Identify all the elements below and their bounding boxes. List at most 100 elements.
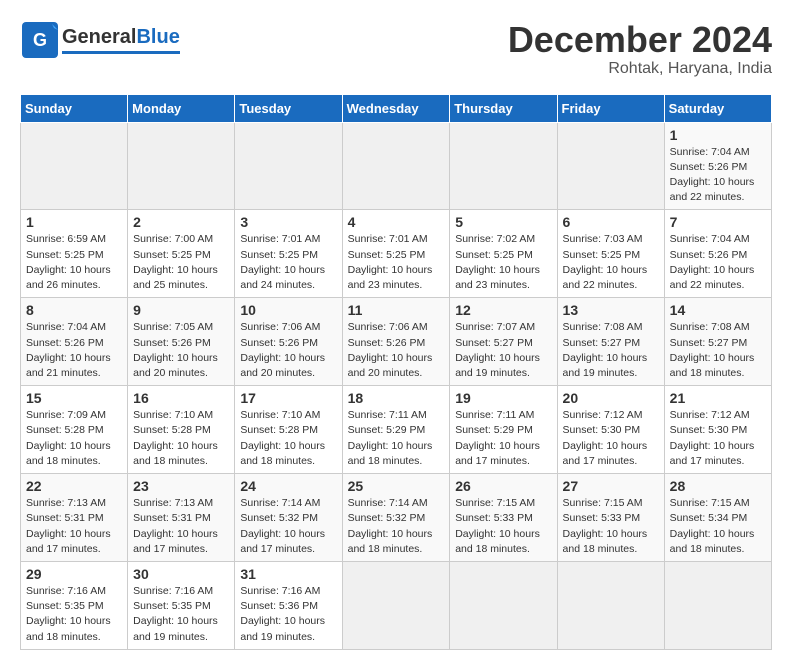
calendar-title: December 2024 [508, 20, 772, 60]
calendar-cell: 29 Sunrise: 7:16 AMSunset: 5:35 PMDayligh… [21, 561, 128, 649]
day-info: Sunrise: 7:03 AMSunset: 5:25 PMDaylight:… [563, 232, 659, 293]
day-info: Sunrise: 7:12 AMSunset: 5:30 PMDaylight:… [670, 408, 766, 469]
day-number: 2 [133, 214, 229, 230]
day-number: 29 [26, 566, 122, 582]
day-number: 15 [26, 390, 122, 406]
calendar-cell: 13Sunrise: 7:08 AMSunset: 5:27 PMDayligh… [557, 298, 664, 386]
day-number: 14 [670, 302, 766, 318]
calendar-cell [557, 561, 664, 649]
calendar-cell: 15 Sunrise: 7:09 AMSunset: 5:28 PMDayligh… [21, 386, 128, 474]
day-info: Sunrise: 7:06 AMSunset: 5:26 PMDaylight:… [240, 320, 336, 381]
day-number: 4 [348, 214, 445, 230]
day-info: Sunrise: 7:13 AMSunset: 5:31 PMDaylight:… [26, 496, 122, 557]
day-info: Sunrise: 7:09 AMSunset: 5:28 PMDaylight:… [26, 408, 122, 469]
day-number: 5 [455, 214, 551, 230]
calendar-cell: 10Sunrise: 7:06 AMSunset: 5:26 PMDayligh… [235, 298, 342, 386]
day-info: Sunrise: 7:04 AMSunset: 5:26 PMDaylight:… [670, 145, 766, 206]
calendar-week-row: 29 Sunrise: 7:16 AMSunset: 5:35 PMDayligh… [21, 561, 772, 649]
day-number: 8 [26, 302, 122, 318]
day-number: 20 [563, 390, 659, 406]
calendar-cell: 2 Sunrise: 7:00 AMSunset: 5:25 PMDaylight… [128, 210, 235, 298]
day-info: Sunrise: 7:12 AMSunset: 5:30 PMDaylight:… [563, 408, 659, 469]
calendar-cell: 21 Sunrise: 7:12 AMSunset: 5:30 PMDayligh… [664, 386, 771, 474]
calendar-cell [235, 122, 342, 210]
day-number: 1 [26, 214, 122, 230]
day-info: Sunrise: 7:16 AMSunset: 5:36 PMDaylight:… [240, 584, 336, 645]
calendar-cell: 4 Sunrise: 7:01 AMSunset: 5:25 PMDaylight… [342, 210, 450, 298]
day-number: 21 [670, 390, 766, 406]
day-info: Sunrise: 7:08 AMSunset: 5:27 PMDaylight:… [670, 320, 766, 381]
day-info: Sunrise: 7:05 AMSunset: 5:26 PMDaylight:… [133, 320, 229, 381]
calendar-week-row: 1Sunrise: 7:04 AMSunset: 5:26 PMDaylight… [21, 122, 772, 210]
header-day-thursday: Thursday [450, 94, 557, 122]
calendar-cell: 14 Sunrise: 7:08 AMSunset: 5:27 PMDayligh… [664, 298, 771, 386]
day-info: Sunrise: 7:10 AMSunset: 5:28 PMDaylight:… [133, 408, 229, 469]
calendar-week-row: 22 Sunrise: 7:13 AMSunset: 5:31 PMDayligh… [21, 474, 772, 562]
day-info: Sunrise: 7:00 AMSunset: 5:25 PMDaylight:… [133, 232, 229, 293]
calendar-cell: 19 Sunrise: 7:11 AMSunset: 5:29 PMDayligh… [450, 386, 557, 474]
calendar-body: 1 Sunrise: 7:04 AMSunset: 5:26 PMDaylight… [21, 122, 772, 649]
header-day-friday: Friday [557, 94, 664, 122]
day-number: 17 [240, 390, 336, 406]
calendar-cell [557, 122, 664, 210]
day-number: 22 [26, 478, 122, 494]
calendar-cell: 1 Sunrise: 6:59 AMSunset: 5:25 PMDaylight… [21, 210, 128, 298]
calendar-cell: 25Sunrise: 7:14 AMSunset: 5:32 PMDayligh… [342, 474, 450, 562]
day-number: 19 [455, 390, 551, 406]
calendar-cell: 28Sunrise: 7:15 AMSunset: 5:34 PMDayligh… [664, 474, 771, 562]
calendar-cell [128, 122, 235, 210]
day-info: Sunrise: 7:06 AMSunset: 5:26 PMDaylight:… [348, 320, 445, 381]
svg-text:G: G [33, 30, 47, 50]
day-number: 30 [133, 566, 229, 582]
day-info: Sunrise: 7:14 AMSunset: 5:32 PMDaylight:… [240, 496, 336, 557]
header-day-sunday: Sunday [21, 94, 128, 122]
logo-blue-text: Blue [136, 26, 179, 49]
calendar-table: SundayMondayTuesdayWednesdayThursdayFrid… [20, 94, 772, 650]
calendar-cell: 9 Sunrise: 7:05 AMSunset: 5:26 PMDaylight… [128, 298, 235, 386]
calendar-cell: 1Sunrise: 7:04 AMSunset: 5:26 PMDaylight… [664, 122, 771, 210]
calendar-week-row: 8Sunrise: 7:04 AMSunset: 5:26 PMDaylight… [21, 298, 772, 386]
day-number: 27 [563, 478, 659, 494]
calendar-cell [342, 561, 450, 649]
calendar-cell: 17 Sunrise: 7:10 AMSunset: 5:28 PMDayligh… [235, 386, 342, 474]
calendar-cell [21, 122, 128, 210]
calendar-cell [450, 561, 557, 649]
calendar-cell: 31Sunrise: 7:16 AMSunset: 5:36 PMDayligh… [235, 561, 342, 649]
logo: G General Blue [20, 20, 180, 60]
calendar-cell: 16 Sunrise: 7:10 AMSunset: 5:28 PMDayligh… [128, 386, 235, 474]
calendar-subtitle: Rohtak, Haryana, India [508, 60, 772, 78]
day-info: Sunrise: 7:01 AMSunset: 5:25 PMDaylight:… [240, 232, 336, 293]
day-info: Sunrise: 7:08 AMSunset: 5:27 PMDaylight:… [563, 320, 659, 381]
day-info: Sunrise: 7:14 AMSunset: 5:32 PMDaylight:… [348, 496, 445, 557]
day-number: 9 [133, 302, 229, 318]
calendar-cell: 18Sunrise: 7:11 AMSunset: 5:29 PMDayligh… [342, 386, 450, 474]
day-number: 7 [670, 214, 766, 230]
day-number: 6 [563, 214, 659, 230]
calendar-cell: 24 Sunrise: 7:14 AMSunset: 5:32 PMDayligh… [235, 474, 342, 562]
title-block: December 2024 Rohtak, Haryana, India [508, 20, 772, 78]
calendar-cell: 3 Sunrise: 7:01 AMSunset: 5:25 PMDaylight… [235, 210, 342, 298]
day-info: Sunrise: 7:11 AMSunset: 5:29 PMDaylight:… [455, 408, 551, 469]
day-info: Sunrise: 7:15 AMSunset: 5:33 PMDaylight:… [455, 496, 551, 557]
day-number: 24 [240, 478, 336, 494]
calendar-week-row: 1 Sunrise: 6:59 AMSunset: 5:25 PMDaylight… [21, 210, 772, 298]
calendar-cell: 12Sunrise: 7:07 AMSunset: 5:27 PMDayligh… [450, 298, 557, 386]
day-info: Sunrise: 7:01 AMSunset: 5:25 PMDaylight:… [348, 232, 445, 293]
day-number: 26 [455, 478, 551, 494]
day-number: 16 [133, 390, 229, 406]
calendar-cell: 22 Sunrise: 7:13 AMSunset: 5:31 PMDayligh… [21, 474, 128, 562]
calendar-cell: 7 Sunrise: 7:04 AMSunset: 5:26 PMDaylight… [664, 210, 771, 298]
calendar-header-row: SundayMondayTuesdayWednesdayThursdayFrid… [21, 94, 772, 122]
calendar-cell: 5Sunrise: 7:02 AMSunset: 5:25 PMDaylight… [450, 210, 557, 298]
calendar-week-row: 15 Sunrise: 7:09 AMSunset: 5:28 PMDayligh… [21, 386, 772, 474]
day-number: 3 [240, 214, 336, 230]
header-day-wednesday: Wednesday [342, 94, 450, 122]
day-info: Sunrise: 7:16 AMSunset: 5:35 PMDaylight:… [26, 584, 122, 645]
day-number: 28 [670, 478, 766, 494]
day-info: Sunrise: 7:04 AMSunset: 5:26 PMDaylight:… [670, 232, 766, 293]
calendar-cell: 6 Sunrise: 7:03 AMSunset: 5:25 PMDaylight… [557, 210, 664, 298]
day-info: Sunrise: 6:59 AMSunset: 5:25 PMDaylight:… [26, 232, 122, 293]
day-info: Sunrise: 7:10 AMSunset: 5:28 PMDaylight:… [240, 408, 336, 469]
calendar-cell [450, 122, 557, 210]
day-info: Sunrise: 7:16 AMSunset: 5:35 PMDaylight:… [133, 584, 229, 645]
